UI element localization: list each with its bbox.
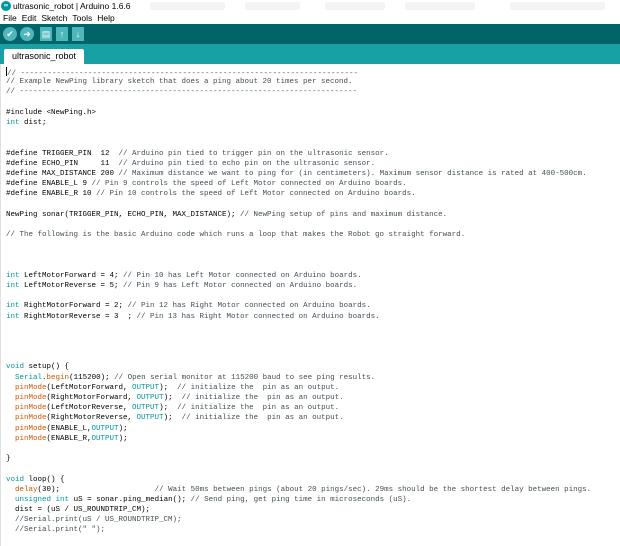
- code-line: pinMode(RightMotorForward, OUTPUT); // i…: [15, 394, 344, 402]
- menu-file[interactable]: File: [1, 12, 19, 24]
- open-button[interactable]: ↑: [56, 27, 68, 41]
- code-line: #define MAX_DISTANCE 200 // Maximum dist…: [6, 169, 587, 178]
- code-line: // The following is the basic Arduino co…: [6, 231, 466, 239]
- code-line: // -------------------------------------…: [6, 67, 620, 78]
- code-line: void setup() {: [6, 363, 70, 372]
- menu-tools[interactable]: Tools: [70, 12, 94, 24]
- code-line: pinMode(LeftMotorReverse, OUTPUT); // in…: [15, 404, 340, 413]
- menu-edit[interactable]: Edit: [20, 12, 39, 24]
- menu-help[interactable]: Help: [95, 12, 116, 24]
- code-line: // -------------------------------------…: [6, 88, 358, 97]
- tab-ultrasonic-robot[interactable]: ultrasonic_robot: [4, 49, 85, 64]
- background-window-tabs: [150, 0, 620, 12]
- code-line: NewPing sonar(TRIGGER_PIN, ECHO_PIN, MAX…: [6, 210, 448, 219]
- code-line: unsigned int uS = sonar.ping_median(); /…: [15, 495, 412, 504]
- arduino-logo-icon: ∞: [1, 1, 11, 11]
- menu-bar: File Edit Sketch Tools Help: [0, 12, 620, 24]
- new-button[interactable]: ▤: [40, 27, 52, 41]
- code-line: pinMode(ENABLE_R,OUTPUT);: [15, 434, 128, 443]
- code-line: dist = (uS / US_ROUNDTRIP_CM);: [6, 506, 151, 515]
- code-line: pinMode(LeftMotorForward, OUTPUT); // in…: [15, 383, 340, 392]
- code-line: #include <NewPing.h>: [6, 108, 97, 117]
- code-line: Serial.begin(115200); // Open serial mon…: [15, 373, 376, 382]
- code-line: delay(30); // Wait 50ms between pings (a…: [15, 485, 592, 494]
- menu-sketch[interactable]: Sketch: [39, 12, 69, 24]
- code-text[interactable]: // -------------------------------------…: [1, 64, 620, 536]
- checkmark-icon: ✔: [6, 29, 14, 39]
- code-line: }: [6, 455, 11, 464]
- code-line: int LeftMotorReverse = 5; // Pin 9 has L…: [6, 281, 358, 290]
- code-editor[interactable]: // -------------------------------------…: [0, 64, 620, 546]
- code-line: pinMode(ENABLE_L,OUTPUT);: [15, 424, 128, 433]
- code-line: #define ENABLE_R 10 // Pin 10 controls t…: [6, 190, 416, 199]
- code-line: pinMode(RightMotorReverse, OUTPUT); // i…: [15, 414, 344, 423]
- arrow-down-icon: ↓: [75, 29, 81, 39]
- code-line: void loop() {: [6, 475, 65, 484]
- code-line: //Serial.print(" ");: [15, 526, 106, 535]
- window-titlebar: ∞ ultrasonic_robot | Arduino 1.6.6: [0, 0, 620, 12]
- window-title: ultrasonic_robot | Arduino 1.6.6: [13, 1, 131, 11]
- verify-button[interactable]: ✔: [3, 27, 17, 41]
- code-line: //Serial.print(uS / US_ROUNDTRIP_CM);: [15, 516, 182, 525]
- code-line: #define ECHO_PIN 11 // Arduino pin tied …: [6, 159, 376, 168]
- arrow-right-icon: ➜: [23, 29, 31, 39]
- code-line: #define TRIGGER_PIN 12 // Arduino pin ti…: [6, 149, 389, 158]
- save-button[interactable]: ↓: [72, 27, 84, 41]
- new-file-icon: ▤: [41, 29, 51, 39]
- code-line: int RightMotorReverse = 3 ; // Pin 13 ha…: [6, 312, 380, 321]
- code-line: // Example NewPing library sketch that d…: [6, 78, 353, 87]
- tab-strip: ultrasonic_robot: [0, 44, 620, 64]
- code-line: int RightMotorForward = 2; // Pin 12 has…: [6, 302, 371, 311]
- code-line: #define ENABLE_L 9 // Pin 9 controls the…: [6, 180, 407, 189]
- code-line: int LeftMotorForward = 4; // Pin 10 has …: [6, 271, 362, 280]
- upload-button[interactable]: ➜: [20, 27, 34, 41]
- code-line: int dist;: [6, 118, 47, 127]
- arrow-up-icon: ↑: [59, 29, 65, 39]
- toolbar: ✔ ➜ ▤ ↑ ↓: [0, 24, 620, 44]
